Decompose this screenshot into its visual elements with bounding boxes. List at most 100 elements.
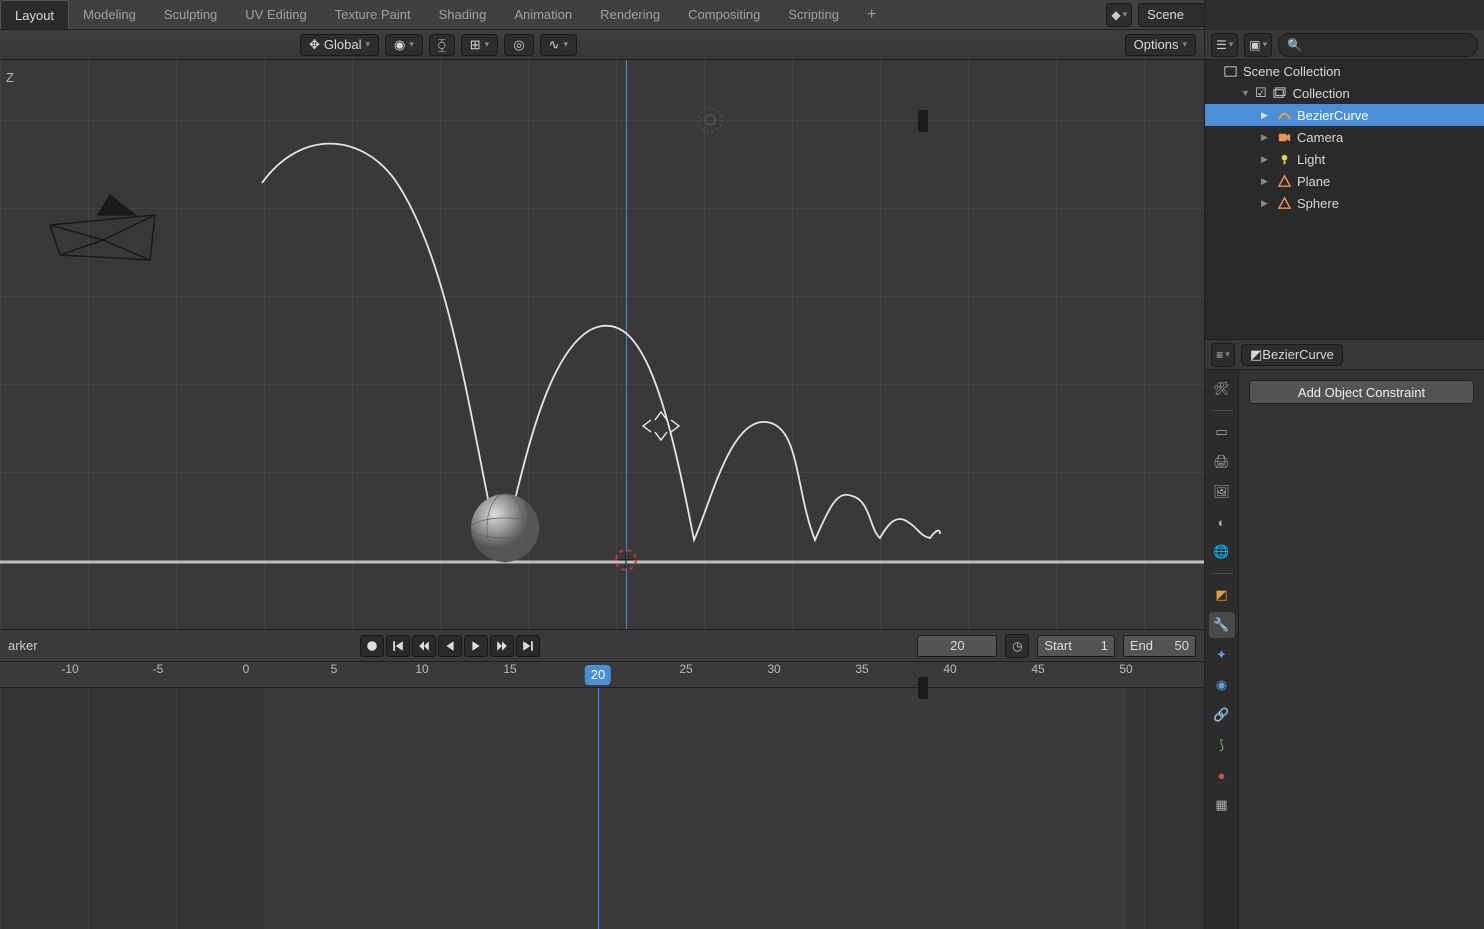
snap-toggle[interactable]: ⧲ (429, 34, 455, 56)
ptab-render[interactable]: ▭ (1209, 419, 1235, 445)
ptab-output[interactable]: 🖨 (1209, 449, 1235, 475)
tab-shading[interactable]: Shading (425, 0, 501, 29)
proportional-edit-toggle[interactable]: ◎ (504, 34, 533, 56)
pivot-icon: ◉ (394, 37, 405, 53)
tick: 25 (679, 662, 692, 676)
add-object-constraint-button[interactable]: Add Object Constraint (1249, 380, 1474, 404)
bezier-curve-object (262, 144, 940, 557)
ptab-world[interactable]: 🌐 (1209, 539, 1235, 565)
scene-browse-icon: ◆ (1111, 8, 1120, 22)
viewlayer-icon: 🖼 (1213, 484, 1230, 500)
current-frame-field[interactable]: 20 (917, 635, 997, 657)
3d-viewport[interactable]: Z (0, 60, 1204, 629)
constraint-icon: 🔗 (1213, 707, 1229, 723)
tab-texture-paint[interactable]: Texture Paint (321, 0, 425, 29)
tool-icon: 🛠 (1213, 381, 1230, 397)
wrench-icon: 🔧 (1213, 617, 1229, 633)
outliner-view-dropdown[interactable]: ▣▾ (1244, 33, 1272, 57)
jump-to-end-button[interactable] (516, 635, 540, 657)
dopesheet-area[interactable] (0, 688, 1204, 929)
disclosure-triangle[interactable]: ▶ (1261, 198, 1271, 209)
outliner-search-input[interactable]: 🔍 (1278, 33, 1478, 57)
scene-icon: ◐ (1218, 515, 1226, 530)
ptab-particles[interactable]: ✦ (1209, 642, 1235, 668)
tab-modeling[interactable]: Modeling (69, 0, 150, 29)
start-frame-field[interactable]: Start 1 (1037, 635, 1114, 657)
disclosure-triangle[interactable]: ▶ (1261, 110, 1271, 121)
mesh-icon (1275, 173, 1293, 189)
ptab-scene[interactable]: ◐ (1209, 509, 1235, 535)
tab-layout[interactable]: Layout (0, 0, 69, 29)
workspace-tabs: Layout Modeling Sculpting UV Editing Tex… (0, 0, 881, 29)
ptab-data[interactable]: ⟆ (1209, 732, 1235, 758)
physics-icon: ◉ (1216, 677, 1227, 693)
jump-prev-keyframe-button[interactable] (412, 635, 436, 657)
ptab-texture[interactable]: ▦ (1209, 792, 1235, 818)
outliner-item-light[interactable]: ▶ Light (1205, 148, 1484, 170)
ptab-viewlayer[interactable]: 🖼 (1209, 479, 1235, 505)
sphere-object (471, 494, 539, 562)
ptab-object[interactable]: ◩ (1209, 582, 1235, 608)
outliner-scene-collection[interactable]: Scene Collection (1205, 60, 1484, 82)
outliner-item-camera[interactable]: ▶ Camera (1205, 126, 1484, 148)
ptab-physics[interactable]: ◉ (1209, 672, 1235, 698)
active-object-name: BezierCurve (1262, 347, 1334, 362)
object-props-icon: ◩ (1215, 587, 1227, 603)
camera-icon (1275, 129, 1293, 145)
outliner-item-beziercurve[interactable]: ▶ BezierCurve (1205, 104, 1484, 126)
outliner[interactable]: Scene Collection ▼ ☑ Collection ▶ Bezier… (1205, 60, 1484, 340)
transform-orientation-dropdown[interactable]: ✥ Global ▾ (300, 34, 379, 56)
outliner-item-plane[interactable]: ▶ Plane (1205, 170, 1484, 192)
move-cursor-icon (643, 412, 679, 440)
proportional-falloff-dropdown[interactable]: ∿▾ (540, 34, 577, 56)
outliner-label: Sphere (1297, 196, 1339, 211)
disclosure-triangle[interactable]: ▶ (1261, 154, 1271, 165)
object-icon: ◩ (1250, 347, 1262, 363)
jump-to-start-button[interactable] (386, 635, 410, 657)
ptab-material[interactable]: ● (1209, 762, 1235, 788)
playhead[interactable]: 20 (585, 665, 611, 685)
outliner-label: Light (1297, 152, 1325, 167)
outliner-label: BezierCurve (1297, 108, 1369, 123)
play-reverse-button[interactable] (438, 635, 462, 657)
outliner-label: Camera (1297, 130, 1343, 145)
playhead-line (598, 688, 599, 929)
outliner-item-sphere[interactable]: ▶ Sphere (1205, 192, 1484, 214)
outliner-collection[interactable]: ▼ ☑ Collection (1205, 82, 1484, 104)
tab-compositing[interactable]: Compositing (674, 0, 774, 29)
browse-scene-button[interactable]: ◆▾ (1106, 3, 1132, 27)
tab-animation[interactable]: Animation (500, 0, 586, 29)
ptab-modifiers[interactable]: 🔧 (1209, 612, 1235, 638)
ptab-constraints[interactable]: 🔗 (1209, 702, 1235, 728)
add-workspace-button[interactable]: + (853, 0, 881, 29)
tab-uv-editing[interactable]: UV Editing (231, 0, 320, 29)
timeline-ruler[interactable]: -10 -5 0 5 10 15 20 25 30 35 40 45 50 (0, 662, 1204, 688)
outliner-label: Collection (1293, 86, 1350, 101)
properties-type-dropdown[interactable]: ≡▾ (1211, 343, 1235, 367)
timeline-editor: arker 20 ◷ Start 1 End 50 (0, 629, 1204, 929)
snap-target-dropdown[interactable]: ⊞▾ (461, 34, 498, 56)
timeline-sidebar-toggle[interactable] (918, 677, 928, 699)
timeline-menu-label[interactable]: arker (8, 638, 258, 653)
disclosure-triangle[interactable]: ▶ (1261, 132, 1271, 143)
disclosure-triangle[interactable]: ▼ (1241, 88, 1251, 98)
outliner-display-mode-dropdown[interactable]: ☰▾ (1211, 33, 1238, 57)
tab-sculpting[interactable]: Sculpting (150, 0, 231, 29)
material-icon: ● (1218, 768, 1226, 783)
pivot-point-dropdown[interactable]: ◉▾ (385, 34, 423, 56)
disclosure-triangle[interactable]: ▶ (1261, 176, 1271, 187)
play-button[interactable] (464, 635, 488, 657)
viewport-options-dropdown[interactable]: Options ▾ (1125, 34, 1196, 56)
tab-scripting[interactable]: Scripting (774, 0, 853, 29)
end-value: 50 (1163, 638, 1189, 653)
checkbox-icon[interactable]: ☑ (1255, 85, 1267, 101)
properties-breadcrumb[interactable]: ◩ BezierCurve (1241, 344, 1343, 366)
jump-next-keyframe-button[interactable] (490, 635, 514, 657)
sidebar-toggle-tab[interactable] (918, 110, 928, 132)
use-preview-range-button[interactable]: ◷ (1005, 634, 1029, 658)
auto-keying-button[interactable] (360, 635, 384, 657)
end-frame-field[interactable]: End 50 (1123, 635, 1196, 657)
3d-cursor (616, 550, 636, 570)
ptab-tool[interactable]: 🛠 (1209, 376, 1235, 402)
tab-rendering[interactable]: Rendering (586, 0, 674, 29)
